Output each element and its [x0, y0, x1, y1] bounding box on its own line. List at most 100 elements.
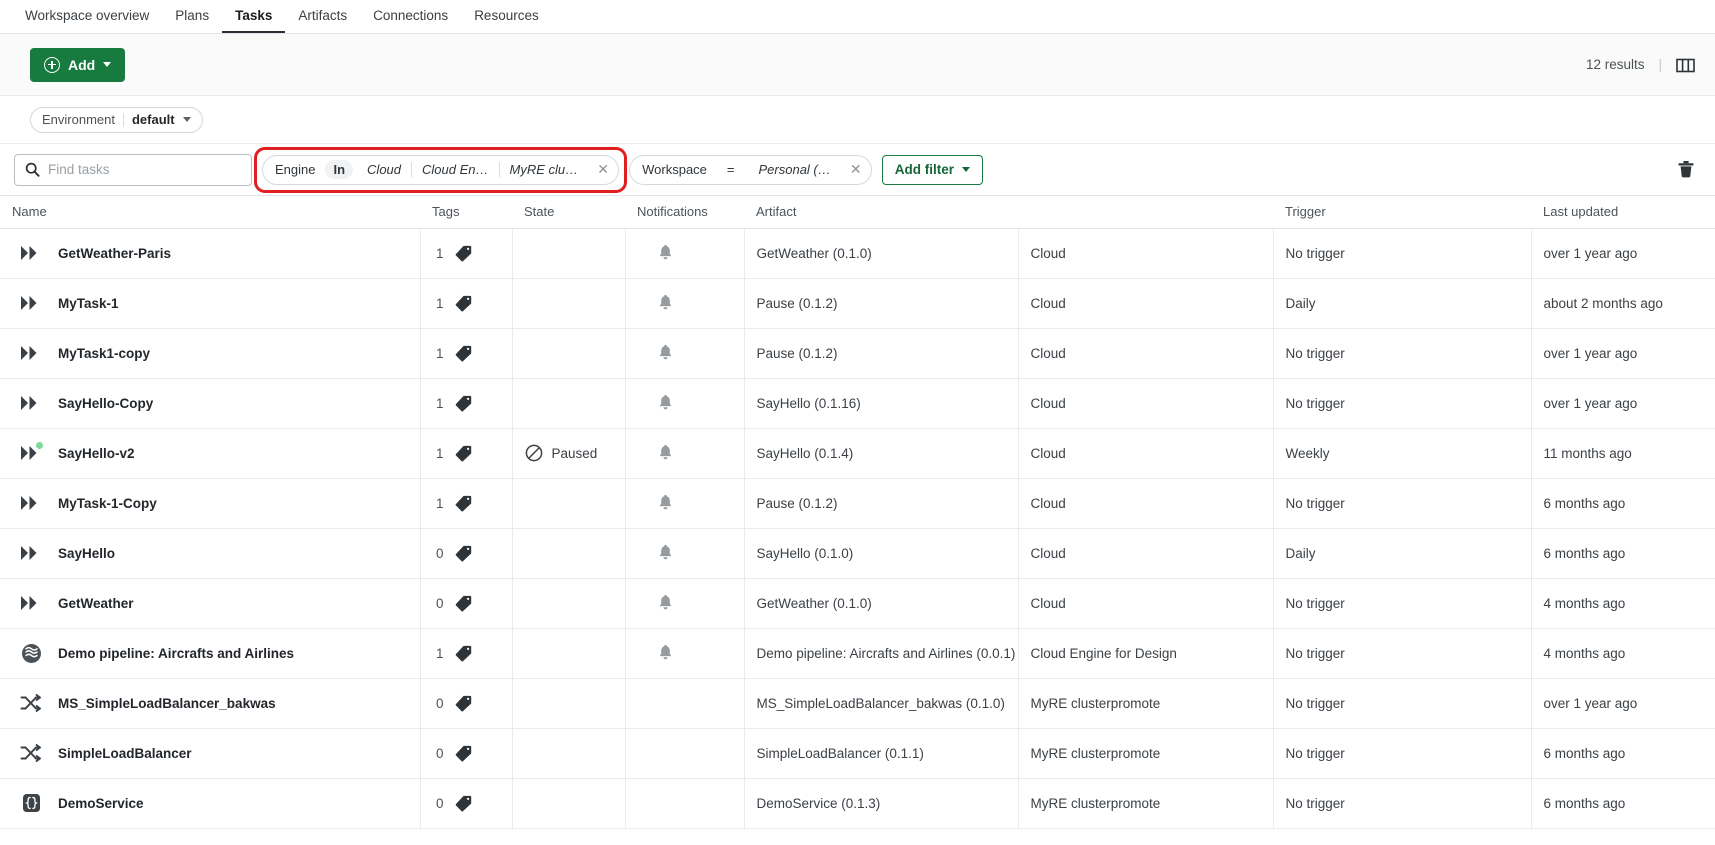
cell-last-updated: about 2 months ago	[1531, 278, 1715, 329]
table-row[interactable]: SayHello 0 SayHello (0.1.0) Cloud Daily 6 mon…	[0, 528, 1715, 579]
cell-notifications[interactable]	[625, 378, 745, 429]
cell-notifications[interactable]	[625, 578, 745, 629]
topnav-item-tasks[interactable]: Tasks	[222, 0, 286, 33]
table-row[interactable]: SayHello-Copy 1 SayHello (0.1.16) Cloud No t…	[0, 378, 1715, 429]
cell-name[interactable]: SayHello-v2	[0, 428, 421, 479]
last-updated-label: 4 months ago	[1543, 595, 1626, 611]
task-chevrons-icon	[20, 292, 42, 314]
cell-tags: 1	[420, 228, 513, 279]
column-header-label: Last updated	[1543, 204, 1619, 220]
close-icon[interactable]: ✕	[845, 159, 867, 181]
column-header-trigger[interactable]: Trigger	[1273, 196, 1531, 229]
bell-icon[interactable]	[658, 244, 673, 262]
artifact-name: SayHello (0.1.0)	[756, 545, 854, 561]
column-header-tags[interactable]: Tags	[420, 196, 512, 229]
cell-notifications[interactable]	[625, 228, 745, 279]
tags-count: 0	[435, 545, 444, 561]
cell-tags: 0	[420, 778, 513, 829]
cell-tags: 1	[420, 478, 513, 529]
cell-notifications[interactable]	[625, 428, 745, 479]
topnav-item-workspace-overview[interactable]: Workspace overview	[12, 0, 162, 33]
table-row[interactable]: Demo pipeline: Aircrafts and Airlines 1 De…	[0, 628, 1715, 679]
add-filter-button[interactable]: Add filter	[881, 154, 984, 185]
table-row[interactable]: GetWeather 0 GetWeather (0.1.0) Cloud No tri…	[0, 578, 1715, 629]
engine-name: Cloud	[1030, 495, 1066, 511]
cell-name[interactable]: MS_SimpleLoadBalancer_bakwas	[0, 678, 421, 729]
topnav-item-artifacts[interactable]: Artifacts	[285, 0, 360, 33]
cell-name[interactable]: SayHello	[0, 528, 421, 579]
filter-chip-engine[interactable]: Engine In Cloud Cloud En… MyRE clu… ✕	[262, 154, 620, 185]
bell-icon[interactable]	[658, 494, 673, 512]
cell-name[interactable]: DemoService	[0, 778, 421, 829]
table-row[interactable]: MyTask-1-Copy 1 Pause (0.1.2) Cloud No trigg…	[0, 478, 1715, 529]
cell-name[interactable]: MyTask-1-Copy	[0, 478, 421, 529]
cell-engine: Cloud	[1018, 528, 1274, 579]
search-input[interactable]	[48, 162, 241, 177]
cell-state	[512, 278, 626, 329]
cell-name[interactable]: MyTask1-copy	[0, 328, 421, 379]
column-header-notifications[interactable]: Notifications	[625, 196, 744, 229]
column-header-engine[interactable]	[1018, 196, 1273, 229]
table-row[interactable]: DemoService 0 DemoService (0.1.3) MyRE clus…	[0, 778, 1715, 829]
cell-last-updated: 6 months ago	[1531, 528, 1715, 579]
filter-chip-workspace[interactable]: Workspace = Personal (… ✕	[629, 154, 872, 185]
artifact-name: Pause (0.1.2)	[756, 345, 838, 361]
cell-last-updated: over 1 year ago	[1531, 228, 1715, 279]
columns-icon[interactable]	[1676, 57, 1695, 73]
cell-tags: 0	[420, 728, 513, 779]
cell-name[interactable]: SimpleLoadBalancer	[0, 728, 421, 779]
trigger-label: No trigger	[1285, 695, 1345, 711]
cell-last-updated: 11 months ago	[1531, 428, 1715, 479]
table-row[interactable]: MyTask-1 1 Pause (0.1.2) Cloud Daily about 2 …	[0, 278, 1715, 329]
topnav-label: Connections	[373, 8, 449, 23]
cell-name[interactable]: MyTask-1	[0, 278, 421, 329]
cell-notifications[interactable]	[625, 628, 745, 679]
bell-icon[interactable]	[658, 344, 673, 362]
environment-selector[interactable]: Environment default	[30, 106, 203, 133]
cell-notifications[interactable]	[625, 528, 745, 579]
topnav-item-resources[interactable]: Resources	[461, 0, 552, 33]
add-button[interactable]: Add	[30, 47, 126, 82]
column-header-artifact[interactable]: Artifact	[744, 196, 1018, 229]
bell-icon[interactable]	[658, 394, 673, 412]
cell-artifact: Pause (0.1.2)	[744, 278, 1019, 329]
bell-icon[interactable]	[658, 444, 673, 462]
artifact-name: SayHello (0.1.4)	[756, 445, 854, 461]
cell-name[interactable]: GetWeather	[0, 578, 421, 629]
close-icon[interactable]: ✕	[592, 159, 614, 181]
table-row[interactable]: MyTask1-copy 1 Pause (0.1.2) Cloud No trigge…	[0, 328, 1715, 379]
bell-icon[interactable]	[658, 644, 673, 662]
table-row[interactable]: SimpleLoadBalancer 0 SimpleLoadBalancer (0…	[0, 728, 1715, 779]
engine-name: MyRE clusterpromote	[1030, 745, 1161, 761]
topnav-item-connections[interactable]: Connections	[360, 0, 461, 33]
cell-notifications[interactable]	[625, 328, 745, 379]
engine-name: Cloud	[1030, 445, 1066, 461]
table-row[interactable]: MS_SimpleLoadBalancer_bakwas 0 MS_SimpleLo…	[0, 678, 1715, 729]
cell-artifact: Pause (0.1.2)	[744, 328, 1019, 379]
clear-filters-button[interactable]	[1677, 160, 1695, 179]
cell-state	[512, 578, 626, 629]
bell-icon[interactable]	[658, 544, 673, 562]
cell-notifications[interactable]	[625, 278, 745, 329]
column-header-last-updated[interactable]: Last updated	[1531, 196, 1715, 229]
last-updated-label: over 1 year ago	[1543, 395, 1638, 411]
chevron-down-icon	[182, 117, 191, 122]
topnav-item-plans[interactable]: Plans	[162, 0, 222, 33]
cell-notifications[interactable]	[625, 478, 745, 529]
environment-bar: Environment default	[0, 96, 1715, 144]
search-box[interactable]	[14, 153, 252, 186]
column-header-name[interactable]: Name	[0, 196, 420, 229]
column-header-state[interactable]: State	[512, 196, 625, 229]
cell-name[interactable]: SayHello-Copy	[0, 378, 421, 429]
table-row[interactable]: GetWeather-Paris 1 GetWeather (0.1.0) Cloud…	[0, 228, 1715, 279]
task-name: MyTask1-copy	[58, 345, 151, 361]
cell-last-updated: over 1 year ago	[1531, 328, 1715, 379]
bell-icon[interactable]	[658, 294, 673, 312]
cell-last-updated: 6 months ago	[1531, 478, 1715, 529]
cell-name[interactable]: Demo pipeline: Aircrafts and Airlines	[0, 628, 421, 679]
cell-name[interactable]: GetWeather-Paris	[0, 228, 421, 279]
bell-icon[interactable]	[658, 594, 673, 612]
table-row[interactable]: SayHello-v2 1 Paused SayHello (0.1.4) Cloud W…	[0, 428, 1715, 479]
engine-name: Cloud	[1030, 245, 1066, 261]
filter-chip-field: Workspace	[642, 162, 707, 177]
